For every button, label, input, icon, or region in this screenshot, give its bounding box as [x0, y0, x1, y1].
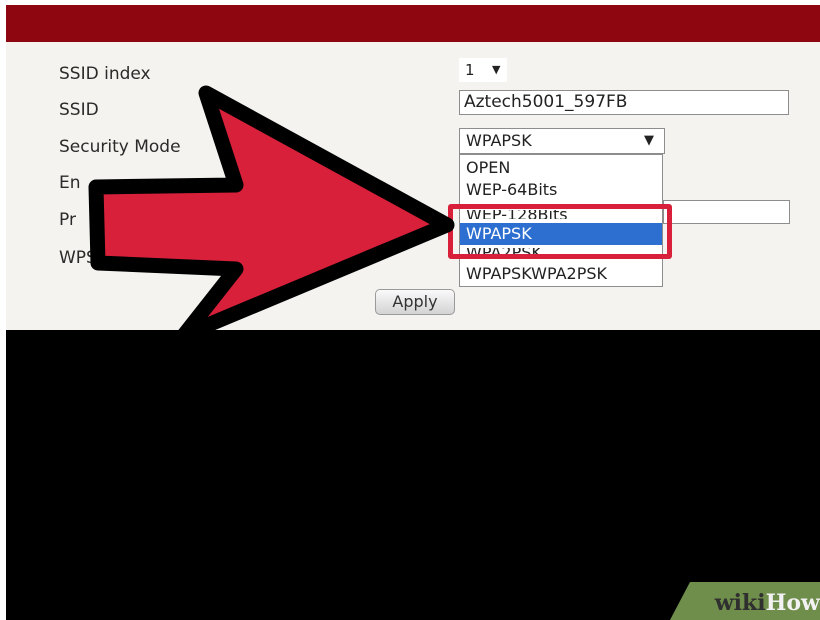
red-arrow-icon [88, 85, 455, 343]
wikihow-watermark: wikiHow [670, 582, 820, 620]
screenshot-frame: SSID index SSID Security Mode En Pr WPS … [6, 5, 820, 620]
watermark-text: wikiHow [714, 590, 820, 616]
